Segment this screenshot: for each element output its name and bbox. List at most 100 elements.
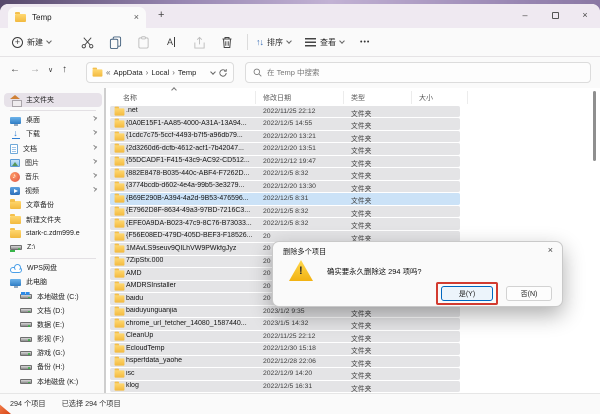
sidebar-item-label: 主文件夹 (26, 95, 54, 105)
share-button[interactable] (185, 31, 213, 53)
column-size[interactable]: 大小 (419, 93, 433, 103)
cloud-icon (10, 267, 22, 273)
address-bar: ← → ∨ ↑ « AppData›Local›Temp 在 Temp 中搜索 (0, 57, 600, 88)
sidebar-item[interactable]: Z:\ (0, 241, 106, 255)
file-row[interactable]: {2d3260d6-dcfb-4612-acf1-7b42047...2022/… (106, 143, 600, 156)
recent-locations-button[interactable]: ∨ (48, 66, 53, 74)
sidebar-item[interactable]: 文档 (D:) (0, 304, 106, 318)
sidebar-item[interactable]: 主文件夹 (4, 93, 102, 107)
file-type: 文件夹 (351, 320, 371, 330)
sidebar-item[interactable]: 本地磁盘 (K:) (0, 375, 106, 389)
up-button[interactable]: ↑ (62, 64, 67, 75)
file-row[interactable]: {E7962D8F-8634-49a3-97BD-7216C3...2022/1… (106, 205, 600, 218)
sidebar-item[interactable]: 数据 (E:) (0, 318, 106, 332)
file-name: chrome_url_fetcher_14080_1587440... (126, 320, 247, 327)
folder-icon (115, 270, 125, 277)
file-type: 文件夹 (351, 333, 371, 343)
file-row[interactable]: {1cdc7c75-5ccf-4493-b7f5-a96db79... 2022/… (106, 130, 600, 143)
sidebar-item-label: 本地磁盘 (K:) (37, 377, 78, 387)
file-date-modified: 2022/12/20 13:21 (263, 133, 316, 140)
folder-icon (115, 370, 125, 377)
close-button[interactable]: × (570, 4, 600, 26)
breadcrumb-segment[interactable]: Temp (178, 68, 196, 77)
sidebar-item[interactable]: 图片 (0, 156, 106, 170)
tab-title: Temp (32, 13, 52, 22)
sidebar-item[interactable]: 备份 (H:) (0, 360, 106, 374)
column-name[interactable]: 名称 (123, 93, 137, 103)
breadcrumb-segment[interactable]: Local (151, 68, 169, 77)
sidebar-item[interactable]: 此电脑 (0, 275, 106, 289)
file-name: .net (126, 107, 138, 114)
breadcrumb-segment[interactable]: AppData (113, 68, 142, 77)
more-options-button[interactable]: ••• (360, 31, 370, 53)
view-button[interactable]: 查看 (305, 31, 344, 53)
file-row[interactable]: {55DCADF1-F415-43c9-AC92-CD512...2022/12… (106, 155, 600, 168)
sidebar-item[interactable]: 桌面 (0, 113, 106, 127)
copy-button[interactable] (101, 31, 129, 53)
file-type: 文件夹 (351, 308, 371, 318)
column-date-modified[interactable]: 修改日期 (263, 93, 291, 103)
sidebar-item[interactable]: 影视 (F:) (0, 332, 106, 346)
file-row[interactable]: hsperfdata_yaohe2022/12/28 22:06文件夹 (106, 355, 600, 368)
file-row[interactable]: isc2022/12/9 14:20文件夹 (106, 368, 600, 381)
folder-icon (115, 208, 125, 215)
maximize-button[interactable] (540, 4, 570, 26)
chevron-down-icon[interactable] (210, 69, 216, 75)
dialog-close-icon[interactable]: × (548, 245, 553, 255)
file-type: 文件夹 (351, 345, 371, 355)
no-button[interactable]: 否(N) (506, 286, 552, 301)
folder-icon (115, 245, 125, 252)
breadcrumb[interactable]: « AppData›Local›Temp (86, 62, 234, 83)
tab-close-icon[interactable]: × (134, 13, 139, 22)
file-row[interactable]: CleanUp2022/11/25 22:12文件夹 (106, 330, 600, 343)
new-tab-button[interactable]: + (158, 9, 164, 21)
back-button[interactable]: ← (10, 64, 20, 75)
file-row[interactable]: {0A0E15F1-AA85-4000-A31A-13A94...2022/12… (106, 118, 600, 131)
sidebar-item[interactable]: 下载 (0, 127, 106, 141)
sidebar-item[interactable]: stark-c.zdm999.e (0, 227, 106, 241)
file-row[interactable]: {B69E290B-A394-4a2d-9B53-476596...2022/1… (106, 193, 600, 206)
file-row[interactable]: {3774bcdb-d602-4e4a-99b5-3e3279...2022/1… (106, 180, 600, 193)
file-row[interactable]: EcloudTemp2022/12/30 15:18文件夹 (106, 343, 600, 356)
drive-icon (20, 365, 32, 370)
folder-icon (93, 69, 103, 76)
chevron-down-icon (286, 38, 292, 44)
file-name: {1cdc7c75-5ccf-4493-b7f5-a96db79... (126, 132, 243, 139)
refresh-icon[interactable] (218, 68, 228, 78)
file-row[interactable]: klog2022/12/5 16:31文件夹 (106, 380, 600, 393)
file-date-modified: 2022/12/28 22:06 (263, 358, 316, 365)
new-button[interactable]: + 新建 (12, 31, 51, 53)
file-row[interactable]: .net2022/11/25 22:12文件夹 (106, 105, 600, 118)
minimize-button[interactable]: – (510, 4, 540, 26)
sidebar-item[interactable]: 文档 (0, 142, 106, 156)
file-date-modified: 20 (263, 283, 271, 290)
file-row[interactable]: {882E8478-B035-440c-ABF4-F7262D...2022/1… (106, 168, 600, 181)
sidebar-item[interactable]: 音乐 (0, 170, 106, 184)
sidebar-item-label: 游戏 (G:) (37, 348, 65, 358)
breadcrumb-overflow-icon[interactable]: « (106, 68, 110, 77)
column-type[interactable]: 类型 (351, 93, 365, 103)
file-row[interactable]: {EFE0A9DA-B023-47c9-8C76-B73033...2022/1… (106, 218, 600, 231)
file-row[interactable]: chrome_url_fetcher_14080_1587440...2023/… (106, 318, 600, 331)
sidebar-item[interactable]: WPS网盘 (0, 261, 106, 275)
sidebar-item[interactable]: 新建文件夹 (0, 213, 106, 227)
copy-icon (109, 36, 122, 49)
forward-button[interactable]: → (30, 64, 40, 75)
sidebar-item[interactable]: 本地磁盘 (C:) (0, 289, 106, 303)
delete-button[interactable] (213, 31, 241, 53)
rename-button[interactable]: A (157, 31, 185, 53)
sidebar-item[interactable]: 视频 (0, 184, 106, 198)
sidebar-divider (10, 110, 96, 111)
sidebar-item[interactable]: 文章备份 (0, 198, 106, 212)
cut-button[interactable] (73, 31, 101, 53)
ellipsis-icon: ••• (360, 39, 370, 46)
sidebar-item[interactable]: 游戏 (G:) (0, 346, 106, 360)
tab-temp[interactable]: Temp × (8, 7, 146, 28)
search-input[interactable]: 在 Temp 中搜索 (245, 62, 591, 83)
list-scrollbar[interactable] (593, 91, 596, 161)
sort-button[interactable]: ↑↓ 排序 (256, 31, 291, 53)
yes-button[interactable]: 是(Y) (441, 286, 493, 301)
file-name: {55DCADF1-F415-43c9-AC92-CD512... (126, 157, 250, 164)
folder-icon (115, 133, 125, 140)
paste-button[interactable] (129, 31, 157, 53)
